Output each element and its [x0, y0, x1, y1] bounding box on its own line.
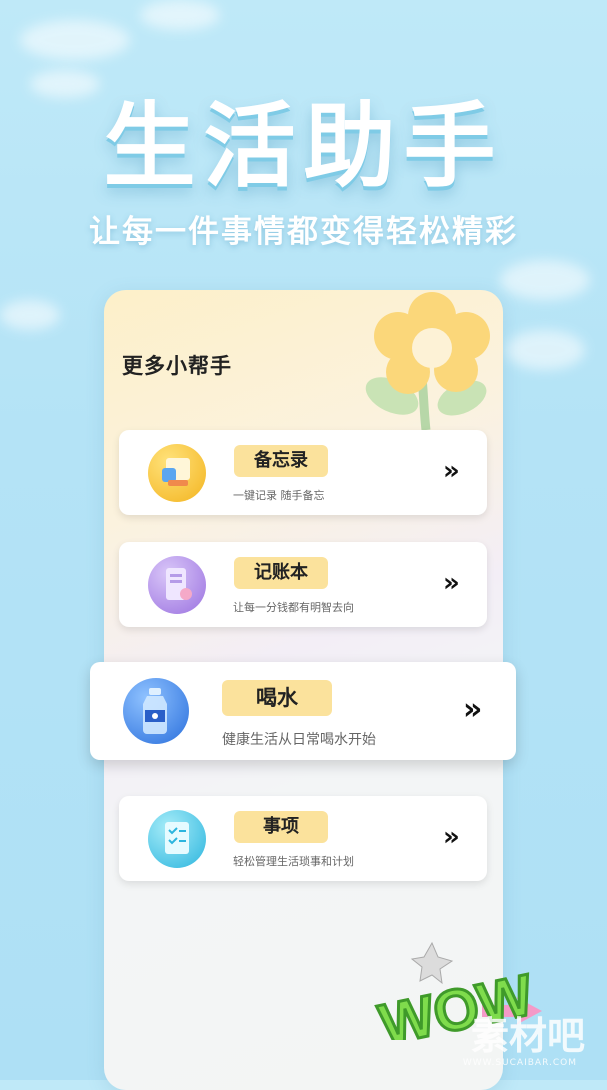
ledger-label: 记账本 [234, 557, 328, 589]
tasks-card[interactable]: 事项 轻松管理生活琐事和计划 » [119, 796, 487, 881]
memo-card[interactable]: 备忘录 一键记录 随手备忘 » [119, 430, 487, 515]
cloud-decoration [0, 300, 60, 330]
cloud-decoration [20, 20, 130, 60]
water-desc: 健康生活从日常喝水开始 [222, 732, 376, 748]
hero-title: 生活助手 [103, 93, 504, 200]
flower-icon [365, 292, 490, 430]
water-label: 喝水 [222, 680, 332, 716]
watermark-sub: WWW.SUCAIBAR.COM [462, 1058, 577, 1068]
ledger-icon [148, 556, 206, 614]
tasks-label: 事项 [234, 811, 328, 843]
tasks-arrow-icon[interactable]: » [443, 822, 460, 852]
panel-title: 更多小帮手 [122, 354, 232, 378]
cloud-decoration [500, 260, 590, 300]
watermark-text: 素材吧 [470, 1014, 585, 1058]
water-card[interactable]: 喝水 健康生活从日常喝水开始 » [90, 662, 516, 760]
ledger-card[interactable]: 记账本 让每一分钱都有明智去向 » [119, 542, 487, 627]
memo-desc: 一键记录 随手备忘 [233, 489, 325, 502]
tasks-desc: 轻松管理生活琐事和计划 [233, 855, 354, 868]
hero-subtitle: 让每一件事情都变得轻松精彩 [89, 214, 518, 250]
cloud-decoration [140, 0, 220, 30]
water-bottle-icon [123, 678, 189, 744]
ledger-desc: 让每一分钱都有明智去向 [233, 601, 354, 614]
water-arrow-icon[interactable]: » [463, 692, 483, 727]
checklist-icon [148, 810, 206, 868]
memo-icon [148, 444, 206, 502]
ledger-arrow-icon[interactable]: » [443, 568, 460, 598]
cloud-decoration [505, 330, 585, 370]
memo-label: 备忘录 [234, 445, 328, 477]
memo-arrow-icon[interactable]: » [443, 456, 460, 486]
